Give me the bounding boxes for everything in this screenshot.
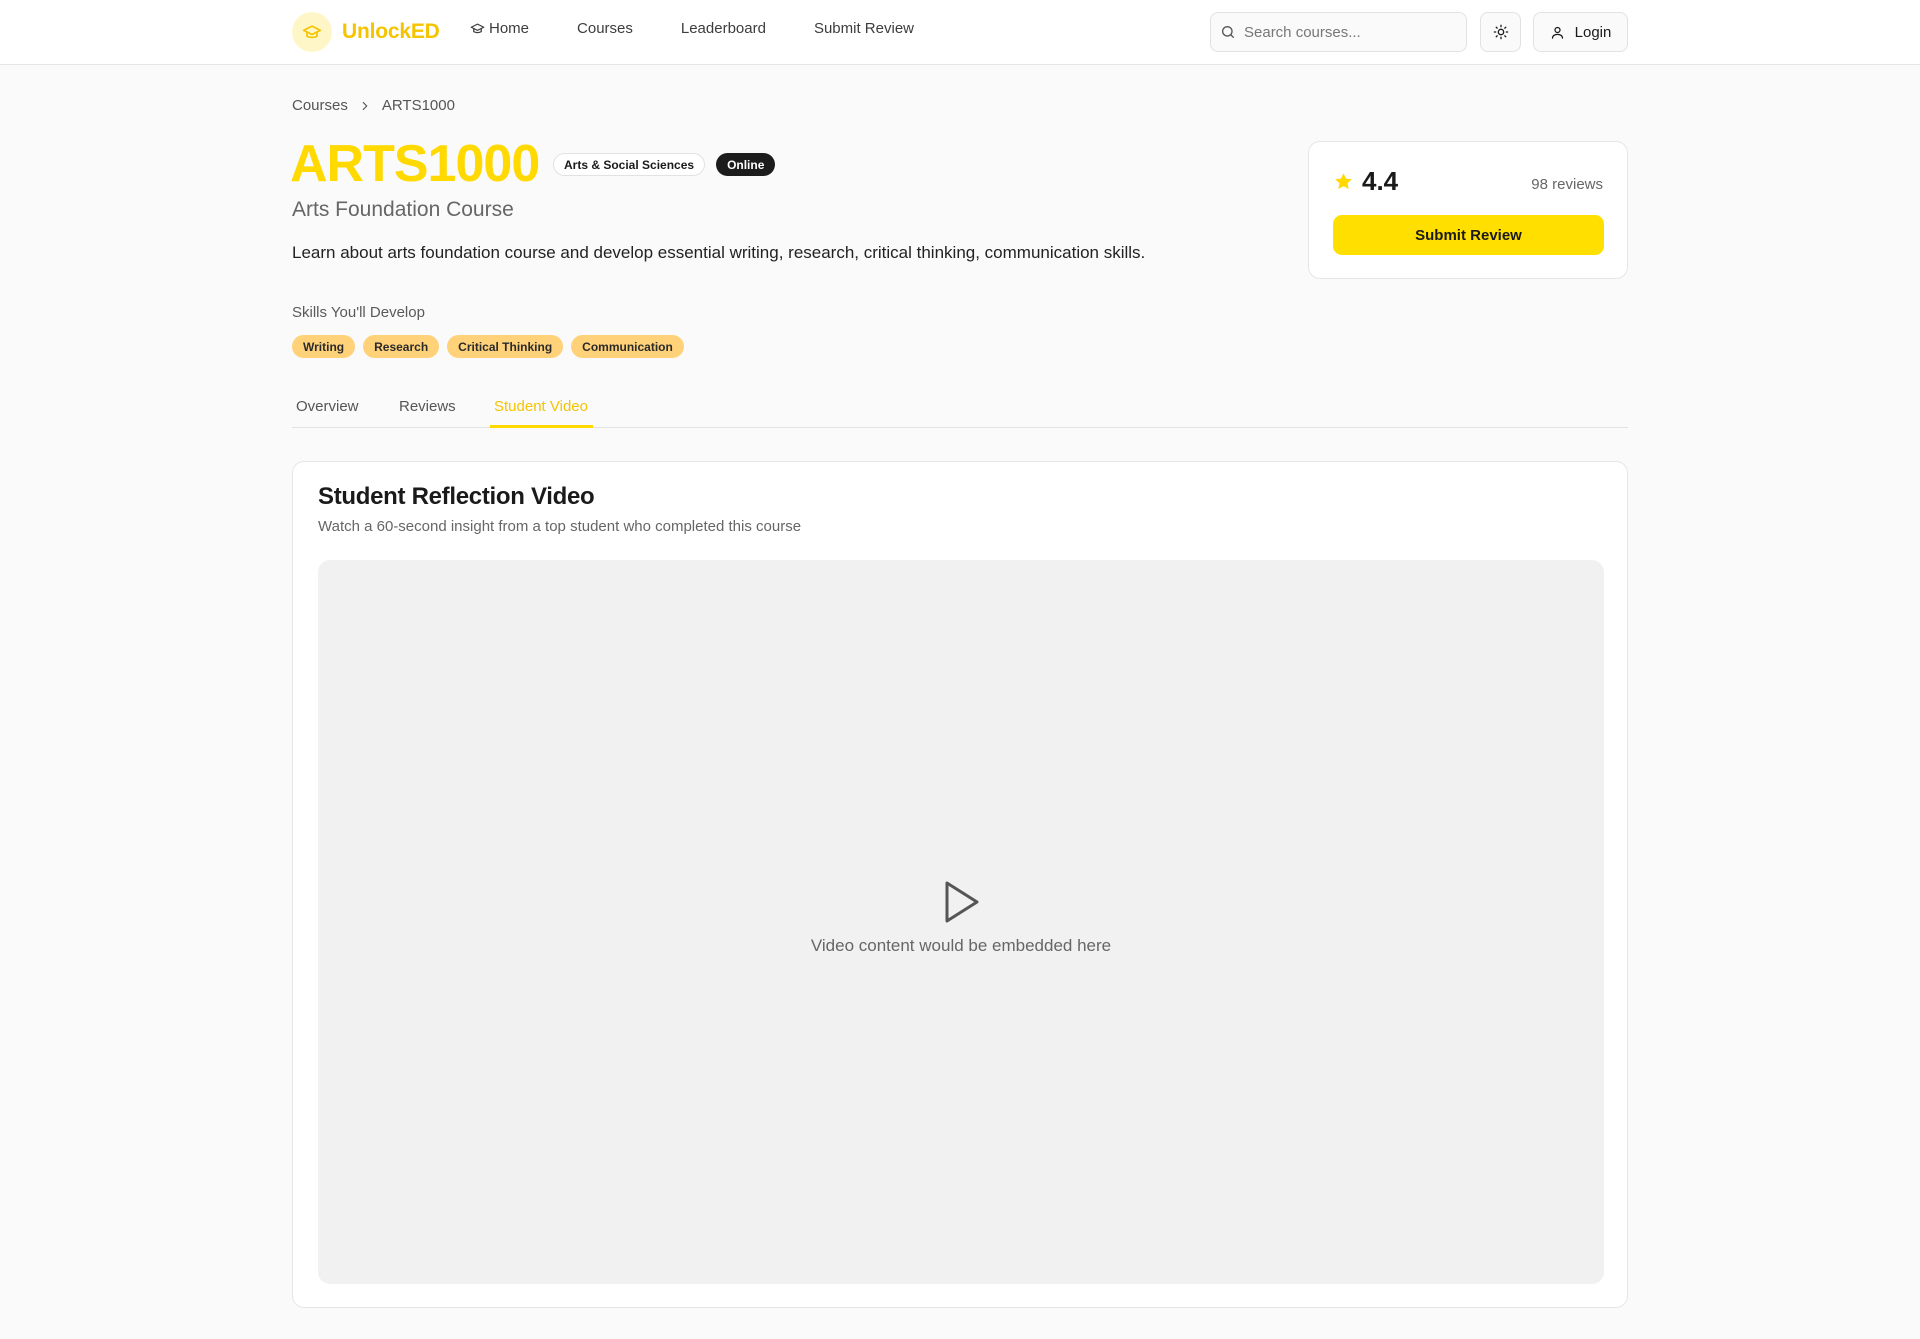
faculty-badge: Arts & Social Sciences bbox=[553, 153, 706, 176]
brand-name: UnlockED bbox=[342, 20, 440, 43]
video-subtitle: Watch a 60-second insight from a top stu… bbox=[318, 518, 802, 535]
nav-submit-review[interactable]: Submit Review bbox=[814, 20, 914, 37]
skill-badge: Communication bbox=[571, 335, 684, 358]
search-box bbox=[1210, 12, 1467, 52]
video-player[interactable]: Video content would be embedded here bbox=[318, 560, 1604, 1284]
main-nav: Home Courses Leaderboard Submit Review bbox=[470, 20, 914, 37]
nav-leaderboard-label: Leaderboard bbox=[680, 20, 766, 37]
breadcrumb-courses-link[interactable]: Courses bbox=[292, 97, 348, 114]
video-placeholder: Video content would be embedded here bbox=[318, 880, 1604, 956]
play-icon[interactable] bbox=[941, 880, 981, 924]
skills-heading: Skills You'll Develop bbox=[292, 304, 425, 321]
skill-badge: Research bbox=[363, 335, 440, 358]
nav-courses-label: Courses bbox=[577, 20, 633, 37]
chevron-right-icon bbox=[362, 101, 368, 110]
submit-review-button[interactable]: Submit Review bbox=[1333, 215, 1604, 255]
graduation-cap-icon bbox=[292, 12, 332, 52]
skills-list: Writing Research Critical Thinking Commu… bbox=[292, 335, 684, 358]
skill-badge: Writing bbox=[292, 335, 356, 358]
tab-student-video[interactable]: Student Video bbox=[494, 398, 588, 415]
sun-icon bbox=[1493, 24, 1508, 40]
course-code-title: ARTS1000 bbox=[290, 135, 540, 193]
rating-value: 4.4 bbox=[1362, 166, 1399, 196]
breadcrumb: Courses ARTS1000 bbox=[292, 97, 455, 114]
tab-reviews[interactable]: Reviews bbox=[399, 398, 456, 415]
top-nav-bar: UnlockED Home Courses Leaderboard Submit… bbox=[0, 0, 1920, 65]
nav-submit-review-label: Submit Review bbox=[813, 20, 914, 37]
delivery-mode-badge: Online bbox=[716, 153, 776, 176]
nav-home-label: Home bbox=[489, 20, 530, 37]
breadcrumb-current: ARTS1000 bbox=[381, 97, 455, 114]
video-title: Student Reflection Video bbox=[318, 483, 595, 510]
user-icon bbox=[1551, 26, 1563, 39]
student-video-card: Student Reflection Video Watch a 60-seco… bbox=[292, 461, 1628, 1308]
rating-summary: 4.4 bbox=[1333, 166, 1398, 197]
video-placeholder-text: Video content would be embedded here bbox=[810, 936, 1112, 955]
nav-home[interactable]: Home bbox=[470, 20, 529, 37]
course-description: Learn about arts foundation course and d… bbox=[292, 243, 1146, 262]
star-icon bbox=[1335, 173, 1352, 189]
login-button[interactable]: Login bbox=[1533, 12, 1628, 52]
nav-leaderboard[interactable]: Leaderboard bbox=[681, 20, 766, 37]
graduation-cap-icon bbox=[470, 23, 485, 34]
skill-badge: Critical Thinking bbox=[447, 335, 564, 358]
course-tags: Arts & Social Sciences Online bbox=[553, 153, 776, 176]
active-tab-indicator bbox=[490, 425, 593, 428]
review-count: 98 reviews bbox=[1531, 176, 1603, 193]
login-label: Login bbox=[1574, 23, 1612, 41]
search-input[interactable] bbox=[1244, 23, 1444, 41]
nav-courses[interactable]: Courses bbox=[577, 20, 633, 37]
search-icon bbox=[1222, 26, 1234, 38]
theme-toggle-button[interactable] bbox=[1480, 12, 1521, 52]
course-tabs: Overview Reviews Student Video bbox=[292, 388, 1628, 428]
course-name: Arts Foundation Course bbox=[292, 198, 514, 221]
tab-overview[interactable]: Overview bbox=[296, 398, 359, 415]
rating-card: 4.4 98 reviews Submit Review bbox=[1308, 141, 1628, 279]
brand-logo-link[interactable]: UnlockED bbox=[292, 12, 440, 52]
